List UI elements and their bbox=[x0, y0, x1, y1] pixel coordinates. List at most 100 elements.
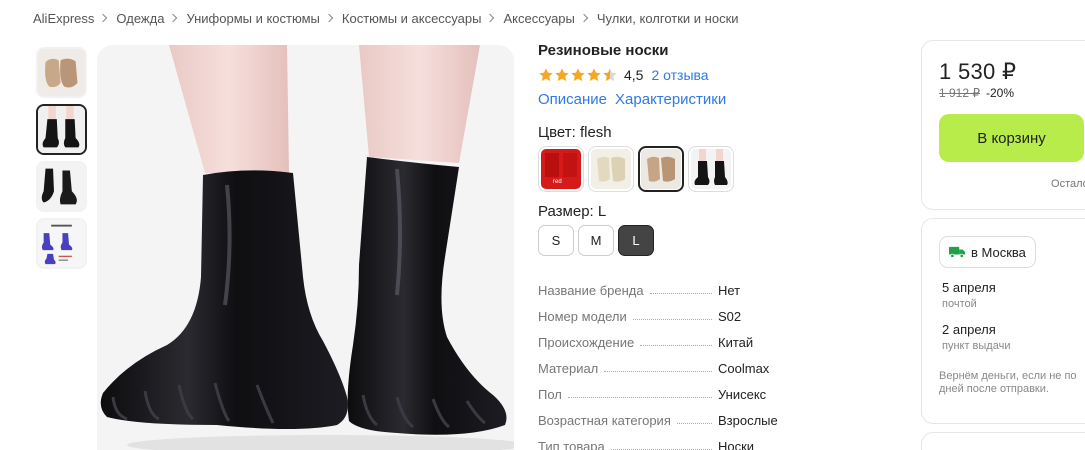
stock-text: Осталось bbox=[1051, 178, 1085, 190]
rating-value: 4,5 bbox=[624, 67, 644, 83]
flesh-swatch-image bbox=[641, 149, 681, 189]
size-selected-value: L bbox=[597, 203, 607, 220]
add-to-cart-button[interactable]: В корзину bbox=[939, 114, 1084, 162]
old-price: 1 912 ₽ bbox=[939, 86, 980, 100]
beige-swatch-image bbox=[591, 149, 631, 189]
refund-line-1: Вернём деньги, если не по bbox=[939, 370, 1077, 382]
star-half-icon bbox=[603, 68, 617, 82]
buy-card: 1 530 ₽ 1 912 ₽ -20% В корзину Осталось bbox=[921, 40, 1085, 210]
thumbnail-black-socks[interactable] bbox=[36, 104, 87, 155]
spec-row: Название бренда Нет bbox=[538, 272, 788, 298]
breadcrumb-aliexpress[interactable]: AliExpress bbox=[33, 11, 94, 26]
breadcrumb: AliExpress Одежда Униформы и костюмы Кос… bbox=[33, 8, 739, 28]
spec-row: Пол Унисекс bbox=[538, 376, 788, 402]
black-latex-socks-photo bbox=[97, 45, 514, 450]
star-icon bbox=[539, 68, 553, 82]
chevron-right-icon bbox=[324, 13, 334, 23]
delivery-option-post[interactable]: 5 апреля почтой bbox=[942, 280, 1085, 310]
spec-value: S02 bbox=[718, 309, 742, 324]
spec-value: Китай bbox=[718, 335, 754, 350]
star-icon bbox=[555, 68, 569, 82]
size-label: Размер: L bbox=[538, 203, 898, 220]
spec-name: Название бренда bbox=[538, 283, 644, 298]
breadcrumb-accessories[interactable]: Аксессуары bbox=[503, 11, 574, 26]
color-option-beige-light[interactable] bbox=[588, 146, 634, 192]
spec-value: Унисекс bbox=[718, 387, 767, 402]
color-option-black[interactable] bbox=[688, 146, 734, 192]
color-swatches: red bbox=[538, 146, 898, 192]
tab-description[interactable]: Описание bbox=[538, 91, 607, 108]
specs-list: Название бренда Нет Номер модели S02 Проис… bbox=[538, 272, 788, 450]
black-socks-side-image bbox=[38, 163, 85, 210]
thumbnail-list bbox=[36, 47, 87, 275]
thumbnail-black-socks-side[interactable] bbox=[36, 161, 87, 212]
breadcrumb-uniforms[interactable]: Униформы и костюмы bbox=[186, 11, 319, 26]
refund-note: Вернём деньги, если не по дней после отп… bbox=[939, 370, 1085, 396]
chevron-right-icon bbox=[486, 13, 495, 23]
red-swatch-image: red bbox=[541, 149, 581, 189]
product-title: Резиновые носки bbox=[538, 42, 669, 59]
color-selected-value: flesh bbox=[579, 124, 612, 141]
product-info: Резиновые носки 4,5 2 отзыва Описание Ха… bbox=[538, 42, 898, 450]
size-options: S M L bbox=[538, 225, 898, 256]
spec-name: Происхождение bbox=[538, 335, 635, 350]
city-label: в Москва bbox=[971, 244, 1026, 260]
city-selector-button[interactable]: в Москва bbox=[939, 236, 1036, 268]
size-option-s[interactable]: S bbox=[538, 225, 574, 256]
chevron-right-icon bbox=[169, 13, 178, 23]
spec-value: Носки bbox=[718, 439, 755, 450]
price-old-row: 1 912 ₽ -20% bbox=[939, 86, 1085, 100]
next-card bbox=[921, 432, 1085, 450]
spec-row: Номер модели S02 bbox=[538, 298, 788, 324]
spec-row: Возрастная категория Взрослые bbox=[538, 402, 788, 428]
chevron-right-icon bbox=[579, 13, 589, 23]
spec-name: Возрастная категория bbox=[538, 413, 671, 428]
red-swatch-label: red bbox=[553, 179, 562, 185]
spec-name: Номер модели bbox=[538, 309, 627, 324]
color-option-red[interactable]: red bbox=[538, 146, 584, 192]
breadcrumb-clothing[interactable]: Одежда bbox=[116, 11, 164, 26]
size-chart-image bbox=[38, 220, 85, 267]
black-socks-image bbox=[38, 106, 85, 153]
delivery-type: пункт выдачи bbox=[942, 340, 1011, 352]
color-label-text: Цвет: bbox=[538, 124, 576, 141]
delivery-option-pickup[interactable]: 2 апреля пункт выдачи bbox=[942, 322, 1085, 352]
flesh-socks-image bbox=[38, 49, 85, 96]
reviews-link[interactable]: 2 отзыва bbox=[651, 67, 708, 83]
spec-name: Пол bbox=[538, 387, 562, 402]
refund-line-2: дней после отправки. bbox=[939, 383, 1049, 395]
rating-stars bbox=[538, 67, 618, 83]
chevron-right-icon bbox=[99, 13, 108, 23]
size-option-m[interactable]: M bbox=[578, 225, 614, 256]
delivery-card: в Москва 5 апреля почтой 2 апреля пункт … bbox=[921, 218, 1085, 424]
truck-icon bbox=[949, 246, 966, 258]
spec-value: Взрослые bbox=[718, 413, 778, 428]
spec-row: Тип товара Носки bbox=[538, 428, 788, 450]
color-label: Цвет: flesh bbox=[538, 124, 898, 141]
black-swatch-image bbox=[691, 149, 731, 189]
size-label-text: Размер: bbox=[538, 203, 594, 220]
spec-name: Тип товара bbox=[538, 439, 605, 450]
delivery-date: 2 апреля bbox=[942, 322, 996, 337]
price: 1 530 ₽ bbox=[939, 59, 1017, 84]
spec-value: Coolmax bbox=[718, 361, 770, 376]
spec-row: Происхождение Китай bbox=[538, 324, 788, 350]
star-icon bbox=[571, 68, 585, 82]
size-option-l[interactable]: L bbox=[618, 225, 654, 256]
breadcrumb-costumes[interactable]: Костюмы и аксессуары bbox=[342, 11, 482, 26]
info-tabs: Описание Характеристики bbox=[538, 91, 898, 108]
spec-value: Нет bbox=[718, 283, 741, 298]
rating-row: 4,5 2 отзыва bbox=[538, 65, 898, 85]
breadcrumb-current: Чулки, колготки и носки bbox=[596, 10, 739, 26]
main-product-image[interactable] bbox=[97, 45, 514, 450]
delivery-date: 5 апреля bbox=[942, 280, 996, 295]
discount-badge: -20% bbox=[986, 86, 1015, 100]
color-option-flesh[interactable] bbox=[638, 146, 684, 192]
delivery-type: почтой bbox=[942, 298, 977, 310]
spec-row: Материал Coolmax bbox=[538, 350, 788, 376]
star-icon bbox=[587, 68, 601, 82]
thumbnail-size-chart[interactable] bbox=[36, 218, 87, 269]
spec-name: Материал bbox=[538, 361, 599, 376]
thumbnail-flesh-socks[interactable] bbox=[36, 47, 87, 98]
tab-characteristics[interactable]: Характеристики bbox=[615, 91, 726, 108]
